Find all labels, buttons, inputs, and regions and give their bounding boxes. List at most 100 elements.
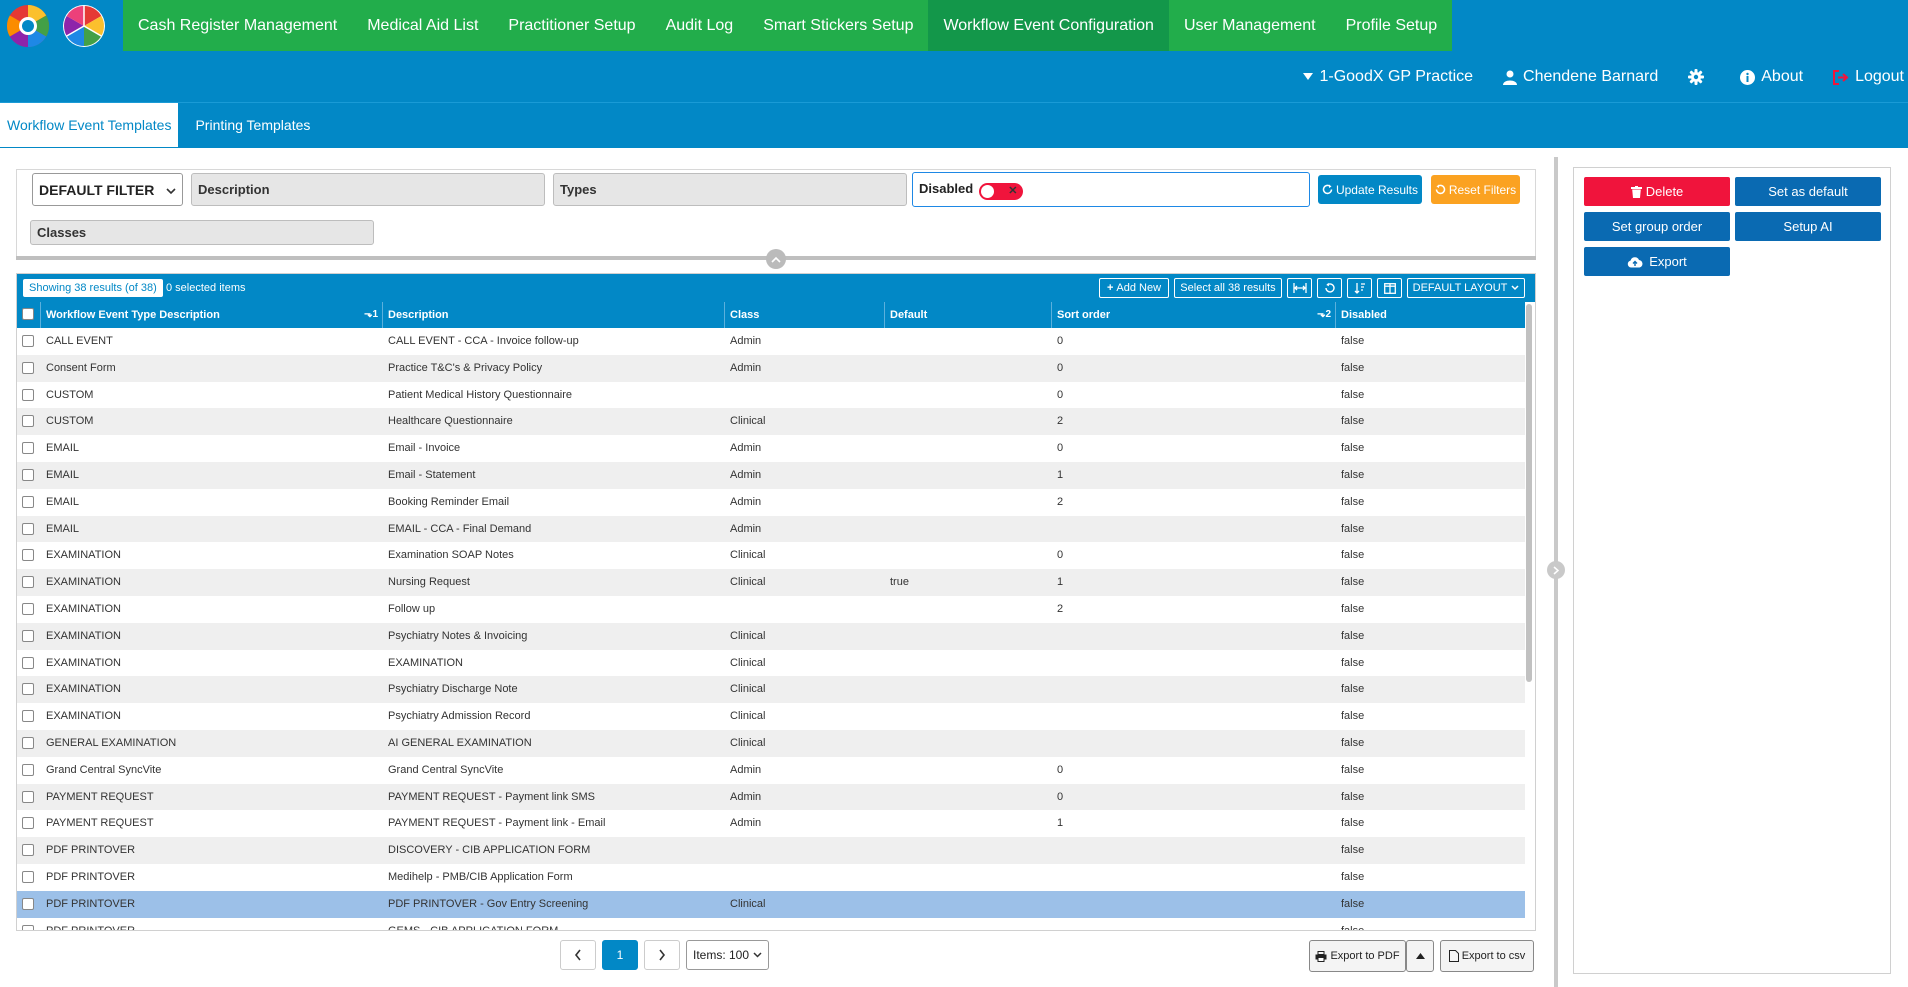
row-checkbox[interactable] xyxy=(22,763,34,776)
row-checkbox[interactable] xyxy=(22,629,34,642)
set-group-order-button[interactable]: Set group order xyxy=(1584,212,1730,241)
col-header-class[interactable]: Class xyxy=(725,302,885,328)
row-checkbox[interactable] xyxy=(22,790,34,803)
row-checkbox[interactable] xyxy=(22,924,34,930)
row-checkbox[interactable] xyxy=(22,415,34,428)
export-pdf-menu-button[interactable] xyxy=(1406,940,1434,972)
row-checkbox[interactable] xyxy=(22,656,34,669)
row-checkbox[interactable] xyxy=(22,710,34,723)
table-row[interactable]: Grand Central SyncVite Grand Central Sync… xyxy=(17,757,1525,784)
fit-columns-icon[interactable] xyxy=(1287,278,1312,298)
chevron-up-icon[interactable] xyxy=(766,249,786,269)
reset-layout-icon[interactable] xyxy=(1317,278,1342,298)
logout-link[interactable]: Logout xyxy=(1833,68,1904,86)
reset-filters-button[interactable]: Reset Filters xyxy=(1431,175,1520,204)
table-row[interactable]: CUSTOM Patient Medical History Questionna… xyxy=(17,382,1525,409)
logo-wheel[interactable] xyxy=(4,2,108,50)
disabled-toggle[interactable]: ✕ xyxy=(979,183,1024,200)
table-row[interactable]: EMAIL Booking Reminder Email Admin 2 false xyxy=(17,489,1525,516)
table-row[interactable]: CALL EVENT CALL EVENT - CCA - Invoice fol… xyxy=(17,328,1525,355)
chevron-left-icon[interactable] xyxy=(560,940,596,970)
col-header-disabled[interactable]: Disabled xyxy=(1336,302,1525,328)
row-checkbox[interactable] xyxy=(22,549,34,562)
nav-user-management[interactable]: User Management xyxy=(1169,0,1331,51)
layout-dropdown[interactable]: DEFAULT LAYOUT xyxy=(1407,278,1525,298)
row-checkbox[interactable] xyxy=(22,335,34,347)
table-row[interactable]: PAYMENT REQUEST PAYMENT REQUEST - Payment… xyxy=(17,783,1525,811)
nav-workflow-event-configuration[interactable]: Workflow Event Configuration xyxy=(928,0,1169,51)
col-header-type[interactable]: Workflow Event Type Description ⬎1 xyxy=(41,302,383,328)
table-row[interactable]: Consent Form Practice T&C's & Privacy Pol… xyxy=(17,354,1525,382)
nav-medical-aid-list[interactable]: Medical Aid List xyxy=(352,0,493,51)
row-checkbox[interactable] xyxy=(22,683,34,696)
description-filter[interactable]: Description xyxy=(191,173,545,206)
nav-cash-register-management[interactable]: Cash Register Management xyxy=(123,0,352,51)
chevron-right-icon[interactable] xyxy=(644,940,680,970)
export-pdf-button[interactable]: Export to PDF xyxy=(1309,940,1406,972)
row-checkbox[interactable] xyxy=(22,388,34,401)
update-results-button[interactable]: Update Results xyxy=(1318,175,1422,204)
table-row[interactable]: EXAMINATION Examination SOAP Notes Clinica… xyxy=(17,542,1525,569)
nav-practitioner-setup[interactable]: Practitioner Setup xyxy=(493,0,650,51)
row-checkbox[interactable] xyxy=(22,442,34,455)
row-checkbox[interactable] xyxy=(22,844,34,857)
table-row[interactable]: EMAIL Email - Statement Admin 1 false xyxy=(17,461,1525,489)
classes-filter[interactable]: Classes xyxy=(30,220,374,245)
filter-preset-select[interactable]: DEFAULT FILTER xyxy=(32,173,183,206)
table-row[interactable]: PDF PRINTOVER DISCOVERY - CIB APPLICATION… xyxy=(17,837,1525,864)
tab-workflow-event-templates[interactable]: Workflow Event Templates xyxy=(0,103,179,147)
items-per-page-select[interactable]: Items: 100 xyxy=(686,940,770,970)
export-button[interactable]: Export xyxy=(1584,247,1730,276)
chevron-right-icon[interactable] xyxy=(1547,561,1565,579)
table-row[interactable]: PAYMENT REQUEST PAYMENT REQUEST - Payment… xyxy=(17,810,1525,837)
export-csv-button[interactable]: Export to csv xyxy=(1440,940,1534,972)
row-checkbox[interactable] xyxy=(22,361,34,374)
select-all-checkbox[interactable] xyxy=(22,308,34,320)
col-header-sort-order[interactable]: Sort order ⬎2 xyxy=(1052,302,1336,328)
table-row[interactable]: PDF PRINTOVER PDF PRINTOVER - Gov Entry S… xyxy=(17,890,1525,918)
nav-smart-stickers-setup[interactable]: Smart Stickers Setup xyxy=(748,0,928,51)
table-row[interactable]: GENERAL EXAMINATION AI GENERAL EXAMINATIO… xyxy=(17,729,1525,757)
select-all-checkbox-cell[interactable] xyxy=(17,302,41,328)
row-checkbox[interactable] xyxy=(22,817,34,830)
table-row[interactable]: EMAIL Email - Invoice Admin 0 false xyxy=(17,435,1525,462)
set-default-button[interactable]: Set as default xyxy=(1735,177,1881,206)
add-new-button[interactable]: + Add New xyxy=(1099,278,1169,298)
col-header-default[interactable]: Default xyxy=(885,302,1052,328)
setup-ai-button[interactable]: Setup AI xyxy=(1735,212,1881,241)
cell-type: EXAMINATION xyxy=(46,656,121,669)
columns-icon[interactable] xyxy=(1377,278,1402,298)
row-checkbox[interactable] xyxy=(22,897,34,910)
row-checkbox[interactable] xyxy=(22,870,34,883)
row-checkbox[interactable] xyxy=(22,736,34,749)
table-row[interactable]: EMAIL EMAIL - CCA - Final Demand Admin fals… xyxy=(17,515,1525,543)
row-checkbox[interactable] xyxy=(22,522,34,535)
user-profile-link[interactable]: Chendene Barnard xyxy=(1503,68,1658,86)
row-checkbox[interactable] xyxy=(22,468,34,481)
row-checkbox[interactable] xyxy=(22,495,34,508)
table-row[interactable]: CUSTOM Healthcare Questionnaire Clinical 2 f… xyxy=(17,408,1525,436)
row-checkbox[interactable] xyxy=(22,602,34,615)
table-row[interactable]: EXAMINATION Nursing Request Clinical true 1 f… xyxy=(17,569,1525,596)
tab-printing-templates[interactable]: Printing Templates xyxy=(188,103,317,147)
settings-button[interactable] xyxy=(1688,69,1710,85)
delete-button[interactable]: Delete xyxy=(1584,177,1730,206)
practice-dropdown[interactable]: 1-GoodX GP Practice xyxy=(1303,68,1473,86)
table-row[interactable]: EXAMINATION Psychiatry Notes & Invoicing C… xyxy=(17,622,1525,650)
table-row[interactable]: EXAMINATION Psychiatry Admission Record Cl… xyxy=(17,703,1525,730)
nav-audit-log[interactable]: Audit Log xyxy=(651,0,749,51)
page-button-current[interactable]: 1 xyxy=(602,940,638,970)
about-link[interactable]: About xyxy=(1740,68,1803,86)
grid-scrollbar[interactable] xyxy=(1526,304,1532,682)
table-row[interactable]: PDF PRINTOVER Medihelp - PMB/CIB Applicat… xyxy=(17,864,1525,891)
table-row[interactable]: EXAMINATION Follow up 2 false xyxy=(17,596,1525,623)
sort-icon[interactable] xyxy=(1347,278,1372,298)
table-row[interactable]: EXAMINATION EXAMINATION Clinical false xyxy=(17,650,1525,677)
table-row[interactable]: EXAMINATION Psychiatry Discharge Note Clin… xyxy=(17,676,1525,704)
row-checkbox[interactable] xyxy=(22,576,34,589)
nav-profile-setup[interactable]: Profile Setup xyxy=(1331,0,1453,51)
select-all-button[interactable]: Select all 38 results xyxy=(1174,278,1282,298)
table-row[interactable]: PDF PRINTOVER GEMS - CIB APPLICATION FORM… xyxy=(17,918,1525,930)
types-filter[interactable]: Types xyxy=(553,173,907,206)
col-header-description[interactable]: Description xyxy=(383,302,725,328)
